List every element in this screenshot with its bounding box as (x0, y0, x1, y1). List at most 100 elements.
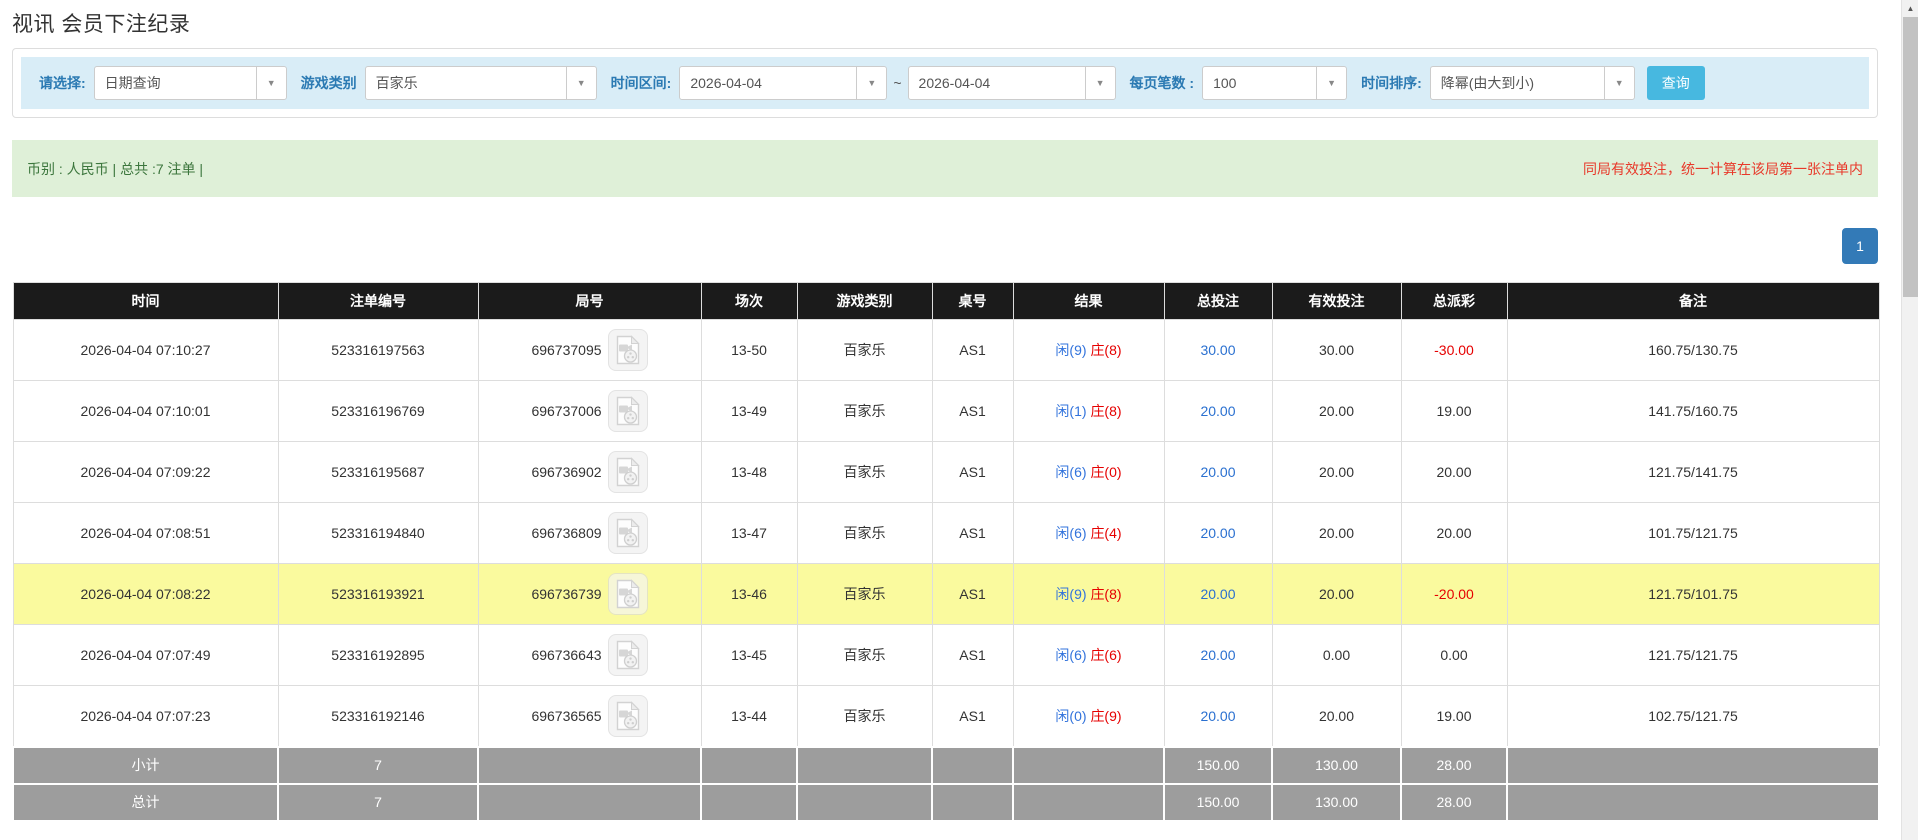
result-banker: 庄(8) (1090, 586, 1121, 602)
total-bet-link[interactable]: 20.00 (1200, 464, 1235, 480)
sort-order-value: 降幂(由大到小) (1431, 67, 1604, 99)
cell-time: 2026-04-04 07:10:01 (13, 381, 278, 442)
cell-table-no: AS1 (932, 320, 1013, 381)
total-bet-link[interactable]: 20.00 (1200, 647, 1235, 663)
valid-bet-notice: 同局有效投注，统一计算在该局第一张注单内 (1583, 159, 1863, 179)
cell-time: 2026-04-04 07:08:51 (13, 503, 278, 564)
table-row[interactable]: 2026-04-04 07:10:01 523316196769 6967370… (13, 381, 1879, 442)
video-replay-button[interactable] (608, 329, 648, 371)
summary-bar: 币别 : 人民币 | 总共 :7 注单 | 同局有效投注，统一计算在该局第一张注… (12, 140, 1878, 197)
cell-payout: 20.00 (1401, 503, 1507, 564)
cell-round-id: 696736902 (478, 442, 701, 503)
cell-result: 闲(9) 庄(8) (1013, 564, 1164, 625)
result-player: 闲(0) (1055, 708, 1086, 724)
cell-payout: -20.00 (1401, 564, 1507, 625)
date-to-select[interactable]: 2026-04-04 ▼ (908, 66, 1116, 100)
total-bet-link[interactable]: 20.00 (1200, 586, 1235, 602)
column-header: 时间 (13, 283, 278, 320)
cell-time: 2026-04-04 07:08:22 (13, 564, 278, 625)
filter-bar: 请选择: 日期查询 ▼ 游戏类别 百家乐 ▼ 时间区间: 2026-04-04 … (21, 57, 1869, 109)
table-row[interactable]: 2026-04-04 07:07:49 523316192895 6967366… (13, 625, 1879, 686)
total-bet-link[interactable]: 30.00 (1200, 342, 1235, 358)
round-id-text: 696736809 (531, 525, 601, 541)
cell-game-type: 百家乐 (797, 381, 932, 442)
cell-game-type: 百家乐 (797, 564, 932, 625)
video-replay-button[interactable] (608, 390, 648, 432)
column-header: 桌号 (932, 283, 1013, 320)
cell-payout: 19.00 (1401, 381, 1507, 442)
page-size-select[interactable]: 100 ▼ (1202, 66, 1347, 100)
scroll-up-arrow-icon[interactable]: ▲ (1902, 0, 1918, 17)
table-row[interactable]: 2026-04-04 07:08:51 523316194840 6967368… (13, 503, 1879, 564)
cell-result: 闲(0) 庄(9) (1013, 686, 1164, 747)
page-size-value: 100 (1203, 67, 1316, 99)
result-banker: 庄(4) (1090, 525, 1121, 541)
film-document-icon (615, 457, 641, 487)
column-header: 注单编号 (278, 283, 478, 320)
cell-session: 13-47 (701, 503, 797, 564)
column-header: 局号 (478, 283, 701, 320)
cell-table-no: AS1 (932, 503, 1013, 564)
cell-table-no: AS1 (932, 381, 1013, 442)
total-bet-link[interactable]: 20.00 (1200, 708, 1235, 724)
cell-session: 13-46 (701, 564, 797, 625)
game-type-select[interactable]: 百家乐 ▼ (365, 66, 597, 100)
table-row[interactable]: 2026-04-04 07:10:27 523316197563 6967370… (13, 320, 1879, 381)
total-cell (701, 747, 797, 784)
page-1-button[interactable]: 1 (1842, 228, 1878, 264)
sort-order-label: 时间排序: (1361, 73, 1422, 93)
total-bet-link[interactable]: 20.00 (1200, 403, 1235, 419)
cell-bet-id: 523316196769 (278, 381, 478, 442)
search-button[interactable]: 查询 (1647, 66, 1705, 100)
film-document-icon (615, 579, 641, 609)
cell-valid-bet: 20.00 (1272, 381, 1401, 442)
cell-round-id: 696736739 (478, 564, 701, 625)
round-id-text: 696736902 (531, 464, 601, 480)
cell-round-id: 696737095 (478, 320, 701, 381)
cell-total-bet: 20.00 (1164, 381, 1272, 442)
sort-order-select[interactable]: 降幂(由大到小) ▼ (1430, 66, 1635, 100)
cell-time: 2026-04-04 07:07:23 (13, 686, 278, 747)
total-bet-link[interactable]: 20.00 (1200, 525, 1235, 541)
cell-result: 闲(1) 庄(8) (1013, 381, 1164, 442)
table-row[interactable]: 2026-04-04 07:08:22 523316193921 6967367… (13, 564, 1879, 625)
video-replay-button[interactable] (608, 451, 648, 493)
table-row[interactable]: 2026-04-04 07:09:22 523316195687 6967369… (13, 442, 1879, 503)
date-from-select[interactable]: 2026-04-04 ▼ (679, 66, 887, 100)
cell-total-bet: 20.00 (1164, 442, 1272, 503)
query-type-select[interactable]: 日期查询 ▼ (94, 66, 287, 100)
video-replay-button[interactable] (608, 573, 648, 615)
total-cell: 小计 (13, 747, 278, 784)
currency-total-text: 币别 : 人民币 | 总共 :7 注单 | (27, 159, 203, 179)
round-id-text: 696737095 (531, 342, 601, 358)
table-header: 时间注单编号局号场次游戏类别桌号结果总投注有效投注总派彩备注 (13, 283, 1879, 320)
cell-valid-bet: 20.00 (1272, 442, 1401, 503)
column-header: 有效投注 (1272, 283, 1401, 320)
total-cell: 7 (278, 784, 478, 821)
column-header: 备注 (1507, 283, 1879, 320)
chevron-down-icon: ▼ (1316, 67, 1346, 99)
video-replay-button[interactable] (608, 512, 648, 554)
cell-session: 13-45 (701, 625, 797, 686)
scrollbar-thumb[interactable] (1903, 17, 1918, 297)
result-banker: 庄(9) (1090, 708, 1121, 724)
vertical-scrollbar[interactable]: ▲ (1901, 0, 1918, 840)
chevron-down-icon: ▼ (1085, 67, 1115, 99)
cell-valid-bet: 20.00 (1272, 686, 1401, 747)
chevron-down-icon: ▼ (566, 67, 596, 99)
video-replay-button[interactable] (608, 695, 648, 737)
total-cell (932, 784, 1013, 821)
column-header: 总投注 (1164, 283, 1272, 320)
cell-remark: 101.75/121.75 (1507, 503, 1879, 564)
result-banker: 庄(8) (1090, 342, 1121, 358)
cell-bet-id: 523316192895 (278, 625, 478, 686)
cell-bet-id: 523316195687 (278, 442, 478, 503)
result-player: 闲(1) (1055, 403, 1086, 419)
video-replay-button[interactable] (608, 634, 648, 676)
table-row[interactable]: 2026-04-04 07:07:23 523316192146 6967365… (13, 686, 1879, 747)
cell-remark: 121.75/101.75 (1507, 564, 1879, 625)
total-cell (797, 747, 932, 784)
total-cell (1507, 784, 1879, 821)
result-banker: 庄(8) (1090, 403, 1121, 419)
cell-game-type: 百家乐 (797, 625, 932, 686)
